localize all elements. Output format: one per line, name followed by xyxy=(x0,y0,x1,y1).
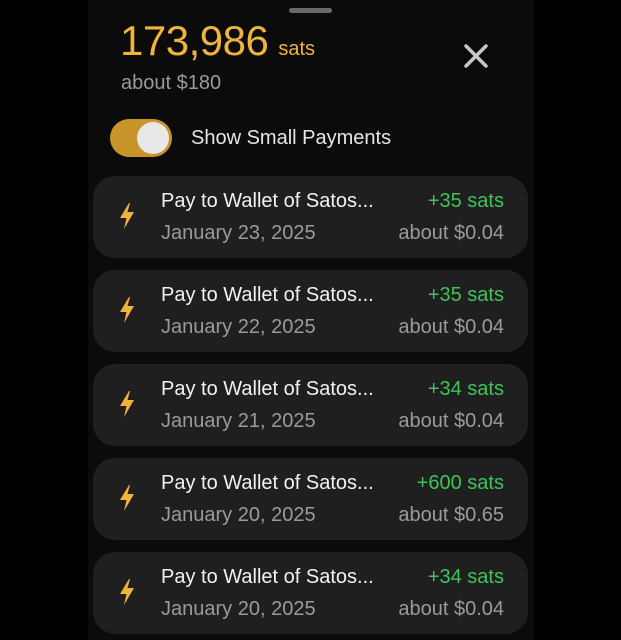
payment-item[interactable]: Pay to Wallet of Satos... January 21, 20… xyxy=(93,364,528,446)
payment-title: Pay to Wallet of Satos... xyxy=(161,378,374,400)
transactions-sheet: 173,986 sats about $180 Show Small Payme… xyxy=(88,0,534,640)
small-payments-label: Show Small Payments xyxy=(191,126,392,149)
payment-sats: +35 sats xyxy=(427,190,504,212)
payment-item[interactable]: Pay to Wallet of Satos... January 23, 20… xyxy=(93,176,528,258)
payment-list: Pay to Wallet of Satos... January 23, 20… xyxy=(93,176,528,640)
payment-date: January 20, 2025 xyxy=(161,598,316,620)
payment-fiat: about $0.65 xyxy=(398,504,504,526)
toggle-knob xyxy=(137,122,169,154)
sheet-grabber[interactable] xyxy=(289,8,332,13)
payment-title: Pay to Wallet of Satos... xyxy=(161,190,374,212)
balance-fiat: about $180 xyxy=(121,72,222,94)
balance: 173,986 sats xyxy=(120,17,315,65)
close-icon xyxy=(464,44,488,68)
small-payments-row: Show Small Payments xyxy=(110,119,391,157)
lightning-icon xyxy=(120,297,134,323)
payment-item[interactable]: Pay to Wallet of Satos... January 20, 20… xyxy=(93,552,528,634)
lightning-icon xyxy=(120,203,134,229)
payment-date: January 23, 2025 xyxy=(161,222,316,244)
payment-fiat: about $0.04 xyxy=(398,598,504,620)
payment-sats: +600 sats xyxy=(416,472,504,494)
payment-sats: +34 sats xyxy=(427,378,504,400)
payment-item[interactable]: Pay to Wallet of Satos... January 22, 20… xyxy=(93,270,528,352)
payment-title: Pay to Wallet of Satos... xyxy=(161,284,374,306)
payment-sats: +35 sats xyxy=(427,284,504,306)
lightning-icon xyxy=(120,579,134,605)
payment-date: January 22, 2025 xyxy=(161,316,316,338)
payment-fiat: about $0.04 xyxy=(398,410,504,432)
close-button[interactable] xyxy=(460,40,492,72)
payment-sats: +34 sats xyxy=(427,566,504,588)
payment-fiat: about $0.04 xyxy=(398,316,504,338)
balance-amount: 173,986 xyxy=(120,17,269,64)
small-payments-toggle[interactable] xyxy=(110,119,172,157)
payment-date: January 21, 2025 xyxy=(161,410,316,432)
payment-title: Pay to Wallet of Satos... xyxy=(161,566,374,588)
payment-date: January 20, 2025 xyxy=(161,504,316,526)
payment-item[interactable]: Pay to Wallet of Satos... January 20, 20… xyxy=(93,458,528,540)
lightning-icon xyxy=(120,391,134,417)
payment-fiat: about $0.04 xyxy=(398,222,504,244)
payment-title: Pay to Wallet of Satos... xyxy=(161,472,374,494)
balance-unit: sats xyxy=(278,38,316,60)
lightning-icon xyxy=(120,485,134,511)
